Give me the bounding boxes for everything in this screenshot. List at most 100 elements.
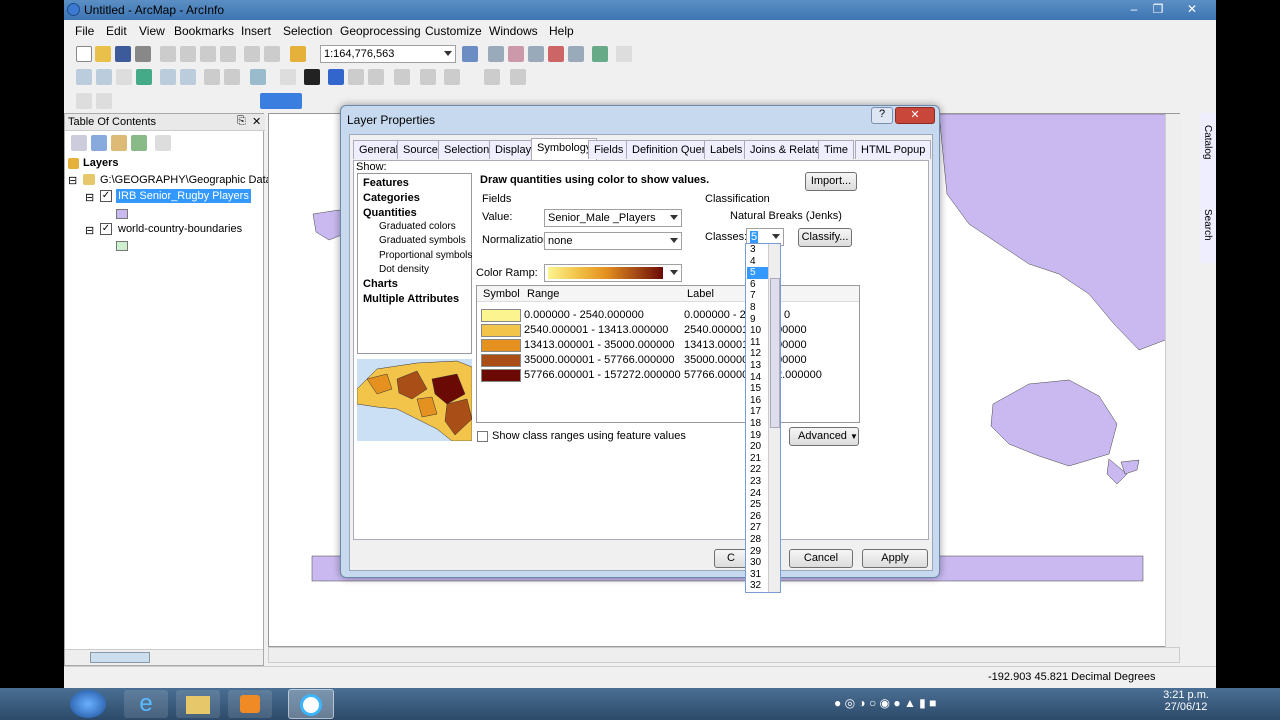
class-option[interactable]: 29: [747, 546, 768, 558]
create-viewer-icon[interactable]: [510, 69, 526, 85]
import-button[interactable]: Import...: [805, 172, 857, 191]
forward-icon[interactable]: [224, 69, 240, 85]
tab-labels[interactable]: Labels: [704, 140, 749, 159]
menu-help[interactable]: Help: [549, 24, 574, 38]
zoom-out-icon[interactable]: [96, 69, 112, 85]
tree-graduated-colors[interactable]: Graduated colors: [379, 221, 456, 232]
map-vertical-scrollbar[interactable]: [1165, 114, 1181, 648]
class-option[interactable]: 12: [747, 348, 768, 360]
tab-source[interactable]: Source: [397, 140, 444, 159]
identify-icon[interactable]: [328, 69, 344, 85]
maximize-button[interactable]: ❐: [1146, 1, 1170, 17]
catalog-tab[interactable]: Catalog: [1202, 125, 1213, 159]
back-icon[interactable]: [204, 69, 220, 85]
collapse-icon[interactable]: ⊟: [85, 191, 94, 204]
hyperlink-icon[interactable]: [348, 69, 364, 85]
advanced-button[interactable]: Advanced ▼: [789, 427, 859, 446]
print-icon[interactable]: [135, 46, 151, 62]
class-symbol[interactable]: [481, 324, 521, 337]
layer-symbol-swatch[interactable]: [116, 241, 128, 251]
class-option[interactable]: 23: [747, 476, 768, 488]
layer-name-rugby[interactable]: IRB Senior_Rugby Players: [116, 189, 251, 203]
internet-explorer-icon[interactable]: e: [124, 690, 168, 718]
class-option[interactable]: 4: [747, 256, 768, 268]
explorer-icon[interactable]: [176, 690, 220, 718]
go-to-xy-icon[interactable]: [444, 69, 460, 85]
class-option[interactable]: 21: [747, 453, 768, 465]
python-icon[interactable]: [568, 46, 584, 62]
options-icon[interactable]: [155, 135, 171, 151]
full-extent-icon[interactable]: [136, 69, 152, 85]
class-option[interactable]: 32: [747, 580, 768, 592]
class-option[interactable]: 24: [747, 488, 768, 500]
class-option[interactable]: 13: [747, 360, 768, 372]
pan-icon[interactable]: [116, 69, 132, 85]
open-icon[interactable]: [95, 46, 111, 62]
menu-view[interactable]: View: [139, 24, 165, 38]
measure-icon[interactable]: [394, 69, 410, 85]
apply-button[interactable]: Apply: [862, 549, 928, 568]
clock[interactable]: 3:21 p.m. 27/06/12: [1160, 689, 1212, 719]
fixed-zoom-in-icon[interactable]: [160, 69, 176, 85]
table-row[interactable]: 57766.000001 - 157272.000000 57766.000001…: [477, 368, 857, 383]
tab-fields[interactable]: Fields: [588, 140, 630, 159]
arcmap-taskbar-icon[interactable]: [288, 689, 334, 719]
scrollbar-thumb[interactable]: [90, 652, 150, 663]
menu-edit[interactable]: Edit: [106, 24, 127, 38]
modelbuilder-icon[interactable]: [592, 46, 608, 62]
table-row[interactable]: 13413.000001 - 35000.000000 13413.00001 00…: [477, 338, 857, 353]
class-symbol[interactable]: [481, 309, 521, 322]
cut-icon[interactable]: [160, 46, 176, 62]
layer-symbol-swatch[interactable]: [116, 209, 128, 219]
list-by-visibility-icon[interactable]: [111, 135, 127, 151]
map-horizontal-scrollbar[interactable]: [268, 647, 1180, 663]
arctoolbox-icon[interactable]: [548, 46, 564, 62]
help-button[interactable]: ?: [871, 107, 893, 124]
layers-root[interactable]: Layers: [83, 157, 118, 169]
menu-file[interactable]: File: [75, 24, 94, 38]
list-by-drawing-order-icon[interactable]: [71, 135, 87, 151]
save-icon[interactable]: [115, 46, 131, 62]
cancel-button[interactable]: Cancel: [789, 549, 853, 568]
table-row[interactable]: 2540.000001 - 13413.000000 2540.000001 -0…: [477, 323, 857, 338]
col-range[interactable]: Range: [527, 288, 559, 300]
dropdown-scrollbar[interactable]: [768, 244, 780, 592]
class-option[interactable]: 3: [747, 244, 768, 256]
class-option[interactable]: 6: [747, 279, 768, 291]
menu-bookmarks[interactable]: Bookmarks: [174, 24, 234, 38]
toc-scrollbar[interactable]: [65, 649, 263, 665]
table-icon[interactable]: [488, 46, 504, 62]
value-field-combo[interactable]: Senior_Male _Players: [544, 209, 682, 227]
close-icon[interactable]: ✕: [252, 115, 261, 128]
class-option[interactable]: 14: [747, 372, 768, 384]
whats-this-icon[interactable]: [616, 46, 632, 62]
delete-icon[interactable]: [220, 46, 236, 62]
tab-display[interactable]: Display: [489, 140, 538, 159]
class-option[interactable]: 30: [747, 557, 768, 569]
undo-icon[interactable]: [244, 46, 260, 62]
class-option[interactable]: 19: [747, 430, 768, 442]
data-path[interactable]: G:\GEOGRAPHY\Geographic Data: [100, 174, 272, 186]
tree-multiple-attributes[interactable]: Multiple Attributes: [363, 293, 459, 305]
col-label[interactable]: Label: [687, 288, 714, 300]
select-features-icon[interactable]: [250, 69, 266, 85]
color-ramp-combo[interactable]: [544, 264, 682, 282]
html-popup-icon[interactable]: [368, 69, 384, 85]
catalog-icon[interactable]: [508, 46, 524, 62]
start-button[interactable]: [70, 690, 106, 718]
class-option[interactable]: 27: [747, 522, 768, 534]
class-option[interactable]: 8: [747, 302, 768, 314]
media-player-icon[interactable]: [228, 690, 272, 718]
redo-icon[interactable]: [264, 46, 280, 62]
class-symbol[interactable]: [481, 369, 521, 382]
collapse-icon[interactable]: ⊟: [85, 224, 94, 237]
class-symbol[interactable]: [481, 339, 521, 352]
layout-pan-icon[interactable]: [96, 93, 112, 109]
class-option[interactable]: 16: [747, 395, 768, 407]
find-icon[interactable]: [420, 69, 436, 85]
menu-insert[interactable]: Insert: [241, 24, 271, 38]
search-window-icon[interactable]: [528, 46, 544, 62]
class-option[interactable]: 11: [747, 337, 768, 349]
layer-visibility-checkbox[interactable]: ✓: [100, 190, 112, 202]
tree-quantities[interactable]: Quantities: [363, 207, 417, 219]
